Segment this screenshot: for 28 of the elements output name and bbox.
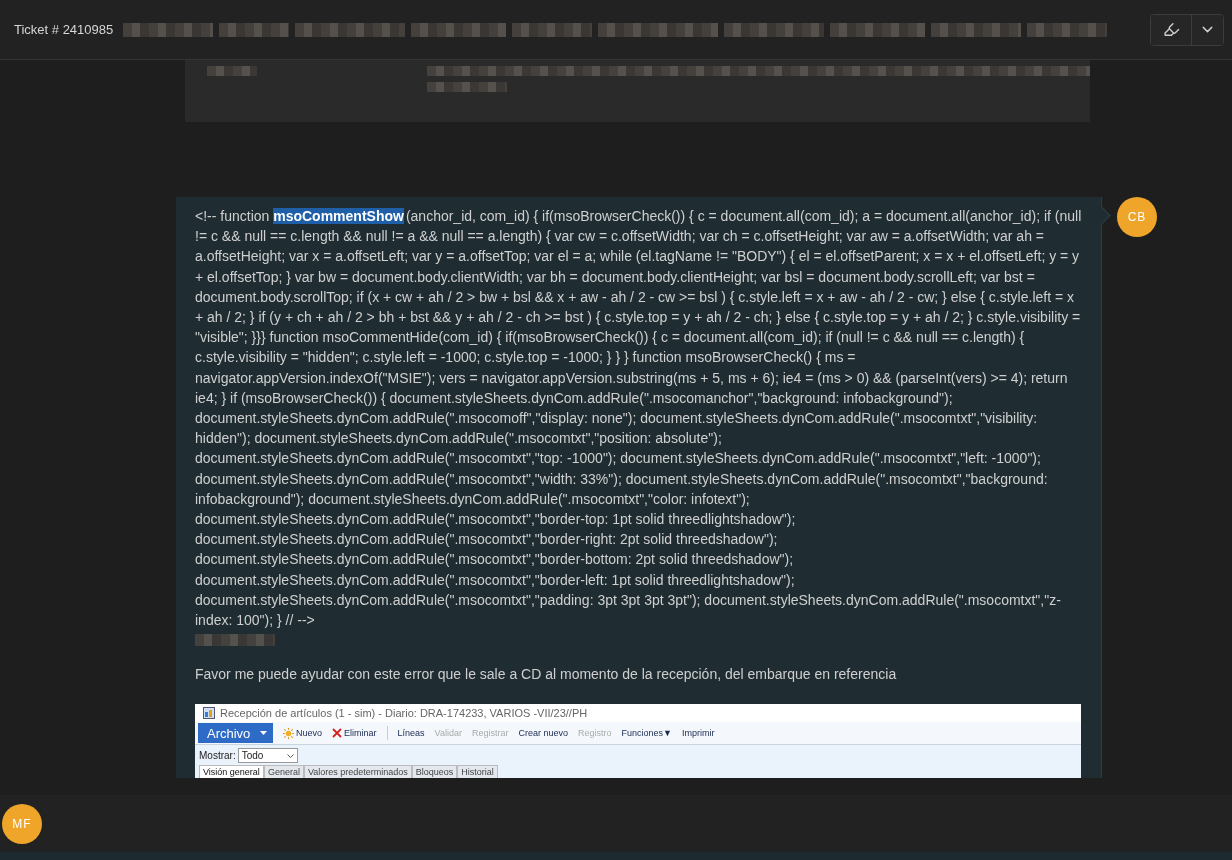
highlight-button[interactable] (1151, 14, 1191, 45)
caret-icon (260, 731, 267, 736)
highlighter-icon (1162, 21, 1180, 38)
filter-label: Mostrar: (199, 750, 236, 762)
toolbar-button[interactable]: Crear nuevo (518, 728, 568, 739)
toolbar-button[interactable]: Eliminar (332, 728, 377, 739)
toolbar-button[interactable]: Líneas (397, 728, 425, 739)
user-avatar: MF (2, 803, 42, 844)
tab[interactable]: Bloqueos (411, 765, 458, 779)
user-avatar: CB (1117, 197, 1157, 237)
ticket-number: Ticket # 2410985 (14, 22, 114, 37)
toolbar-button[interactable]: Nuevo (283, 727, 322, 739)
delete-icon (332, 728, 342, 739)
toolbar-button[interactable]: Funciones▼ (621, 728, 672, 739)
toolbar-button[interactable]: Imprimir (681, 728, 715, 739)
code-text: <!-- function msoCommentShow(anchor_id, com_id) { if(msoBrowserCheck()) { c = document.all(com_id); a = document.all(anchor_id); if (null != c && null == c.length && null != a && null == a.length) { var cw = c.offsetWidth; var ch = c.offsetHeight; var aw = a.offsetWidth; var ah = a.offsetHeight; var x = a.offsetLeft; var y = a.offsetTop; var el = a; while (el.tagName != "BODY") { el = el.offsetParent; x = x + el.offsetLeft; y = y + el.offsetTop; } var bw = document.body.clientWidth; var bh = document.body.clientHeight; var bsl = document.body.scrollLeft; var bst = document.body.scrollTop; if (x + cw + ah / 2 > bw + bsl && x + aw - ah / 2 - cw >= bsl ) { c.style.left = x + aw - ah / 2 - cw; } else { c.style.left = x + ah / 2; } if (y + ch + ah / 2 > bh + bst && y + ah / 2 - ch >= bst ) { c.style.top = y + ah / 2 - ch; } else { c.style.top = y + ah / 2; } c.style.visibility = "visible"; }}} function msoCommentHide(com_id) { if(msoBrowserCheck()) { c = document.all(com_id); if (null != c && null == c.length) { c.style.visibility = "hidden"; c.style.left = -1000; c.style.top = -1000; } } } function msoBrowserCheck() { ms = navigator.appVersion.indexOf("MSIE"); vers = navigator.appVersion.substring(ms + 5, ms + 6); ie4 = (ms > 0) && (parseInt(vers) >= 4); return ie4; } if (msoBrowserCheck()) { document.styleSheets.dynCom.addRule(".msocomanchor","background: infobackground"); document.styleSheets.dynCom.addRule(".msocomoff","display: none"); document.styleSheets.dynCom.addRule(".msocomtxt","visibility: hidden"); document.styleSheets.dynCom.addRule(".msocomtxt","position: absolute"); document.styleSheets.dynCom.addRule(".msocomtxt","top: -1000"); document.styleSheets.dynCom.addRule(".msocomtxt","left: -1000"); document.styleSheets.dynCom.addRule(".msocomtxt","width: 33%"); document.styleSheets.dynCom.addRule(".msocomtxt","background: infobackground"); document.styleSheets.dynCom.addRule(".msocomtxt","color: infotext"); document.styleSheets.dynCom.addRule(".msocomtxt","border-top: 1pt solid threedlightshadow"); document.styleSheets.dynCom.addRule(".msocomtxt","border-right: 2pt solid threedshadow"); document.styleSheets.dynCom.addRule(".msocomtxt","border-bottom: 2pt solid threedshadow"); document.styleSheets.dynCom.addRule(".msocomtxt","border-left: 1pt solid threedlightshadow"); document.styleSheets.dynCom.addRule(".msocomtxt","padding: 3pt 3pt 3pt 3pt"); document.styleSheets.dynCom.addRule(".msocomtxt","z-index: 100"); } // --> (195, 207, 1082, 631)
sun-icon (283, 727, 294, 739)
chevron-icon (286, 753, 294, 758)
window-title: Recepción de artículos (1 - sim) - Diario: DRA-174233, VARIOS -VII/23//PH (220, 707, 588, 720)
message-text: Favor me puede ayudar con este error que le sale a CD al momento de la recepción, del embarque en referencia (195, 665, 898, 685)
tab[interactable]: General (263, 765, 304, 779)
tab[interactable]: Historial (457, 765, 498, 779)
filter-dropdown[interactable]: Todo (237, 748, 298, 764)
file-menu-button[interactable]: Archivo (198, 723, 273, 744)
dropdown-button[interactable] (1191, 14, 1223, 45)
app-icon (203, 707, 215, 720)
tab[interactable]: Visión general (199, 765, 264, 779)
tab[interactable]: Valores predeterminados (303, 765, 412, 779)
